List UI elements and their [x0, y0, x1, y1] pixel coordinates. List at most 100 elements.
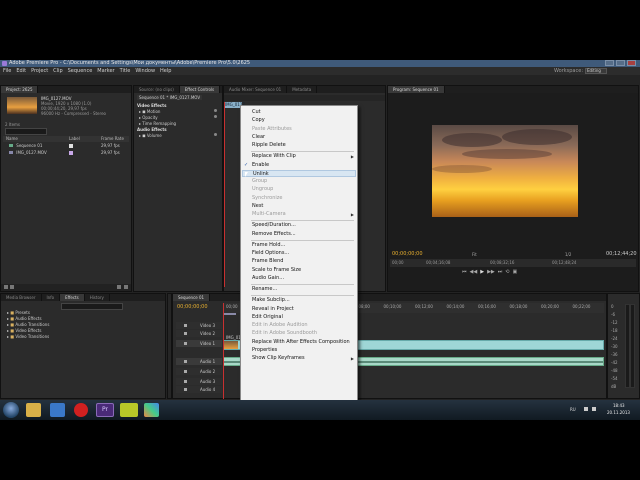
- tab-effect-controls[interactable]: Effect Controls: [179, 86, 221, 93]
- ec-item-motion[interactable]: ▸ ◼ Motion: [139, 109, 160, 114]
- menu-item-edit-in-adobe-soundbooth[interactable]: Edit in Adobe Soundbooth: [252, 330, 317, 337]
- ec-item-volume[interactable]: ▸ ◼ Volume: [139, 133, 162, 138]
- step-back-icon[interactable]: ⏮: [462, 269, 467, 277]
- menu-edit[interactable]: Edit: [16, 67, 26, 75]
- menu-item-reveal-in-project[interactable]: Reveal in Project: [252, 306, 294, 313]
- eye-icon[interactable]: [184, 342, 187, 345]
- ec-item-opacity[interactable]: ▸ Opacity: [139, 115, 158, 120]
- menu-item-copy[interactable]: Copy: [252, 117, 265, 124]
- menu-item-rename[interactable]: Rename...: [252, 286, 277, 293]
- menu-item-replace-with-clip[interactable]: Replace With Clip: [252, 153, 296, 160]
- tab-info[interactable]: Info: [42, 294, 61, 301]
- menu-item-make-subclip[interactable]: Make Subclip...: [252, 297, 290, 304]
- col-name[interactable]: Name: [6, 136, 18, 142]
- effects-folder-audio-effects[interactable]: ▸ ■ Audio Effects: [7, 316, 42, 321]
- clock-time[interactable]: 18:43: [613, 403, 625, 408]
- menu-item-group[interactable]: Group: [252, 178, 267, 185]
- new-item-icon[interactable]: [117, 285, 121, 289]
- menu-item-nest[interactable]: Nest: [252, 203, 263, 210]
- menu-item-properties[interactable]: Properties: [252, 347, 277, 354]
- program-ruler[interactable]: 00;00 00;04;16;08 00;08;32;16 00;12;48;2…: [390, 259, 636, 267]
- menu-window[interactable]: Window: [135, 67, 155, 75]
- track-header-video-2[interactable]: Video 2: [176, 330, 222, 337]
- speaker-icon[interactable]: [184, 370, 187, 373]
- tab-audio-mixer[interactable]: Audio Mixer: Sequence 01: [224, 86, 288, 93]
- menu-item-clear[interactable]: Clear: [252, 134, 265, 141]
- play-icon[interactable]: ▶: [480, 269, 484, 277]
- effects-folder-audio-transitions[interactable]: ▸ ■ Audio Transitions: [7, 322, 49, 327]
- list-view-icon[interactable]: [4, 285, 8, 289]
- track-header-audio-3[interactable]: Audio 3: [176, 378, 222, 385]
- tab-sequence[interactable]: Sequence 01: [173, 294, 211, 301]
- menu-item-cut[interactable]: Cut: [252, 109, 261, 116]
- program-timecode-left[interactable]: 00;00;00;00: [392, 251, 423, 257]
- reset-icon[interactable]: [214, 133, 217, 136]
- menu-item-replace-with-after-effects-composition[interactable]: Replace With After Effects Composition: [252, 339, 350, 346]
- menu-item-edit-in-adobe-audition[interactable]: Edit in Adobe Audition: [252, 322, 308, 329]
- col-label[interactable]: Label: [69, 136, 80, 142]
- menu-clip[interactable]: Clip: [53, 67, 62, 75]
- track-header-audio-1[interactable]: Audio 1: [176, 358, 222, 365]
- track-header-audio-2[interactable]: Audio 2: [176, 368, 222, 375]
- photos-icon[interactable]: [120, 403, 138, 417]
- eye-icon[interactable]: [184, 324, 187, 327]
- icon-view-icon[interactable]: [10, 285, 14, 289]
- menu-item-unlink[interactable]: Unlink: [242, 169, 356, 177]
- menu-item-scale-to-frame-size[interactable]: Scale to Frame Size: [252, 267, 301, 274]
- effects-folder-video-transitions[interactable]: ▸ ■ Video Transitions: [7, 334, 49, 339]
- maximize-button[interactable]: [616, 60, 625, 66]
- menu-help[interactable]: Help: [160, 67, 171, 75]
- project-item-clip[interactable]: IMG_0127.MOV 29,97 fps: [3, 150, 129, 156]
- premiere-icon[interactable]: Pr: [96, 403, 114, 417]
- media-player-icon[interactable]: [50, 403, 65, 417]
- record-icon[interactable]: [74, 403, 88, 417]
- tab-media-browser[interactable]: Media Browser: [1, 294, 42, 301]
- effects-folder-presets[interactable]: ▸ ■ Presets: [7, 310, 30, 315]
- work-area-bar[interactable]: [224, 313, 236, 315]
- project-search-input[interactable]: [5, 128, 47, 135]
- ec-item-time-remap[interactable]: ▸ Time Remapping: [139, 121, 176, 126]
- col-frame-rate[interactable]: Frame Rate: [101, 136, 124, 142]
- tray-volume-icon[interactable]: [592, 407, 596, 411]
- tab-history[interactable]: History: [85, 294, 110, 301]
- menu-project[interactable]: Project: [31, 67, 48, 75]
- gallery-icon[interactable]: [144, 403, 159, 417]
- reset-icon[interactable]: [214, 115, 217, 118]
- track-header-audio-4[interactable]: Audio 4: [176, 386, 222, 393]
- menu-item-edit-original[interactable]: Edit Original: [252, 314, 283, 321]
- clock-date[interactable]: 20.11.2013: [607, 410, 630, 415]
- rewind-icon[interactable]: ◀◀: [470, 269, 478, 277]
- explorer-icon[interactable]: [26, 403, 41, 417]
- speaker-icon[interactable]: [184, 360, 187, 363]
- track-header-video-3[interactable]: Video 3: [176, 322, 222, 329]
- language-indicator[interactable]: RU: [570, 407, 576, 412]
- program-scale-select[interactable]: 1/2: [565, 252, 571, 257]
- menu-item-audio-gain[interactable]: Audio Gain...: [252, 275, 284, 282]
- track-header-video-1[interactable]: Video 1: [176, 340, 222, 347]
- tab-effects[interactable]: Effects: [60, 294, 85, 301]
- menu-item-synchronize[interactable]: Synchronize: [252, 195, 282, 202]
- menu-item-frame-hold[interactable]: Frame Hold...: [252, 242, 285, 249]
- speaker-icon[interactable]: [184, 380, 187, 383]
- menu-item-paste-attributes[interactable]: Paste Attributes: [252, 126, 292, 133]
- tab-project[interactable]: Project: 2625: [1, 86, 39, 93]
- menu-marker[interactable]: Marker: [97, 67, 114, 75]
- close-button[interactable]: [627, 60, 636, 66]
- workspace-select[interactable]: Editing: [585, 68, 607, 74]
- minimize-button[interactable]: [605, 60, 614, 66]
- menu-item-field-options[interactable]: Field Options...: [252, 250, 289, 257]
- menu-item-ungroup[interactable]: Ungroup: [252, 186, 273, 193]
- start-orb-icon[interactable]: [3, 402, 19, 418]
- step-forward-icon[interactable]: ⏭: [498, 269, 503, 277]
- tray-flag-icon[interactable]: [584, 407, 588, 411]
- reset-icon[interactable]: [214, 109, 217, 112]
- program-fit-select[interactable]: Fit: [472, 252, 477, 257]
- menu-item-ripple-delete[interactable]: Ripple Delete: [252, 142, 286, 149]
- menu-file[interactable]: File: [3, 67, 11, 75]
- eye-icon[interactable]: [184, 332, 187, 335]
- menu-item-multi-camera[interactable]: Multi-Camera: [252, 211, 286, 218]
- menu-item-speed-duration[interactable]: Speed/Duration...: [252, 222, 296, 229]
- menu-item-remove-effects[interactable]: Remove Effects...: [252, 231, 296, 238]
- delete-icon[interactable]: [124, 285, 128, 289]
- tab-metadata[interactable]: Metadata: [287, 86, 318, 93]
